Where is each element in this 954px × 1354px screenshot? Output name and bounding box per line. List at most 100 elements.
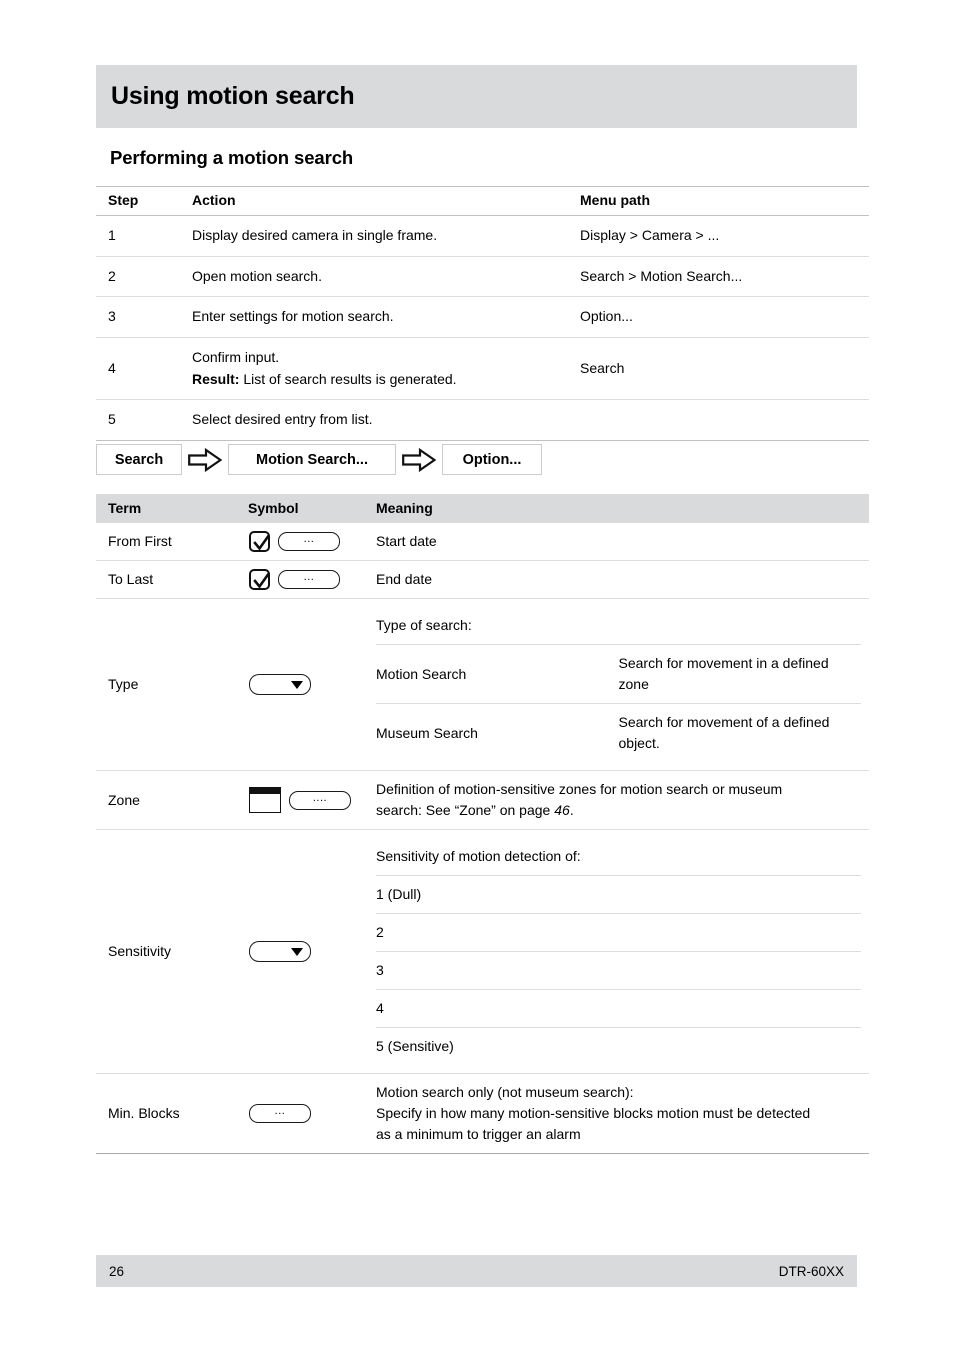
breadcrumb-item-search[interactable]: Search [96,444,182,475]
option-name: 1 (Dull) [376,875,861,914]
arrow-right-icon [182,447,228,472]
page-title-bar: Using motion search [96,65,857,128]
meaning-text-end: . [569,802,574,818]
chevron-down-icon [291,680,303,689]
step-number: 4 [96,337,192,401]
ellipsis-button-icon[interactable]: ... [249,1104,311,1123]
meaning-line: Specify in how many motion-sensitive blo… [376,1105,811,1121]
procedure-steps-table: Step Action Menu path 1 Display desired … [96,186,869,442]
option-name: 5 (Sensitive) [376,1038,454,1054]
dropdown-select-icon[interactable] [249,674,311,695]
subtable-row: 1 (Dull) [376,875,861,914]
subtable-row: Motion Search Search for movement in a d… [376,644,861,704]
column-header-action: Action [192,186,580,216]
meaning-text: End date [376,560,869,599]
column-header-menu-path: Menu path [580,186,869,216]
table-row: 4 Confirm input. Result: List of search … [96,337,869,401]
term-label: Zone [96,770,248,830]
meaning-line: search: See “Zone” on page 46. [376,800,861,821]
subtable-row: 5 (Sensitive) [376,1028,861,1066]
step-action: Display desired camera in single frame. [192,215,580,257]
table-row: Min. Blocks ... Motion search only (not … [96,1073,869,1154]
table-row: Zone .... Definition of motion-sensitive… [96,770,869,830]
subtable-row: 4 [376,989,861,1028]
ellipsis-button-icon[interactable]: ... [278,532,340,551]
sensitivity-options-subtable: Sensitivity of motion detection of: 1 (D… [376,838,861,1065]
meaning-text: search: See “Zone” on page [376,802,555,818]
step-number: 1 [96,215,192,257]
meaning-text: Start date [376,523,869,561]
meaning-cell: Sensitivity of motion detection of: 1 (D… [376,829,869,1074]
meaning-cell: Definition of motion-sensitive zones for… [376,770,869,830]
symbol-cell: ... [248,560,376,599]
column-header-step: Step [96,186,192,216]
step-menu-path: Option... [580,296,869,339]
dropdown-select-icon[interactable] [249,941,311,962]
checkbox-checked-icon[interactable] [249,531,270,552]
option-description: Search for movement in a defined zone [618,644,861,704]
meaning-intro: Type of search: [376,607,861,645]
step-menu-path: Display > Camera > ... [580,215,869,257]
option-name: Museum Search [376,724,478,741]
breadcrumb-item-motion-search[interactable]: Motion Search... [228,444,396,475]
subtable-row: 2 [376,913,861,952]
step-number: 5 [96,399,192,442]
step-action: Enter settings for motion search. [192,296,580,339]
option-description: Search for movement of a defined object. [618,714,830,751]
page-reference: 46 [554,802,570,818]
table-row: Sensitivity Sensitivity of motion detect… [96,829,869,1074]
table-row: 2 Open motion search. Search > Motion Se… [96,256,869,298]
table-row: 5 Select desired entry from list. [96,399,869,442]
symbol-cell [248,829,376,1074]
result-label: Result: [192,370,240,387]
table-row: 3 Enter settings for motion search. Opti… [96,296,869,339]
subtable-row: Museum Search Search for movement of a d… [376,704,861,763]
chevron-down-icon [291,947,303,956]
column-header-symbol: Symbol [248,494,376,523]
step-action: Select desired entry from list. [192,399,580,442]
meaning-cell: Type of search: Motion Search Search for… [376,598,869,771]
meaning-line: Motion search only (not museum search): [376,1084,634,1100]
ellipsis-button-icon[interactable]: ... [278,570,340,589]
checkbox-checked-icon[interactable] [249,569,270,590]
column-header-term: Term [96,494,248,523]
step-menu-path: Search > Motion Search... [580,256,869,298]
meaning-intro: Sensitivity of motion detection of: [376,838,861,876]
symbol-cell: ... [248,523,376,561]
symbol-cell [248,598,376,771]
footer-page-number: 26 [109,1263,125,1279]
symbol-reference-table: Term Symbol Meaning From First ... Start… [96,494,869,1154]
step-number: 3 [96,296,192,339]
step-action-result: Result: List of search results is genera… [192,369,580,391]
footer-model-name: DTR-60XX [778,1263,844,1279]
table-row: Type Type of search: Motion Search Searc… [96,598,869,771]
step-number: 2 [96,256,192,298]
menu-path-breadcrumb: Search Motion Search... Option... [96,444,542,475]
subtable-row: Sensitivity of motion detection of: [376,838,861,876]
step-menu-path [580,399,869,442]
symbol-cell: .... [248,770,376,830]
document-page: Using motion search Performing a motion … [0,0,954,1354]
meaning-line: Definition of motion-sensitive zones for… [376,781,783,797]
zone-window-icon[interactable] [249,787,281,813]
term-label: Type [96,598,248,771]
table-row: 1 Display desired camera in single frame… [96,215,869,257]
breadcrumb-item-option[interactable]: Option... [442,444,542,475]
term-label: To Last [96,560,248,599]
table-row: From First ... Start date [96,523,869,561]
option-name: 4 [376,989,861,1028]
page-footer: 26 DTR-60XX [96,1255,857,1287]
term-label: Min. Blocks [96,1073,248,1154]
table-header-row: Term Symbol Meaning [96,494,869,523]
term-label: Sensitivity [96,829,248,1074]
term-label: From First [96,523,248,561]
step-menu-path: Search [580,337,869,401]
section-heading: Performing a motion search [110,147,354,168]
ellipsis-button-icon[interactable]: .... [289,790,351,810]
column-header-meaning: Meaning [376,494,869,523]
arrow-right-icon [396,447,442,472]
symbol-cell: ... [248,1073,376,1154]
page-title: Using motion search [111,82,355,110]
type-options-subtable: Type of search: Motion Search Search for… [376,607,861,762]
meaning-line: as a minimum to trigger an alarm [376,1126,581,1142]
